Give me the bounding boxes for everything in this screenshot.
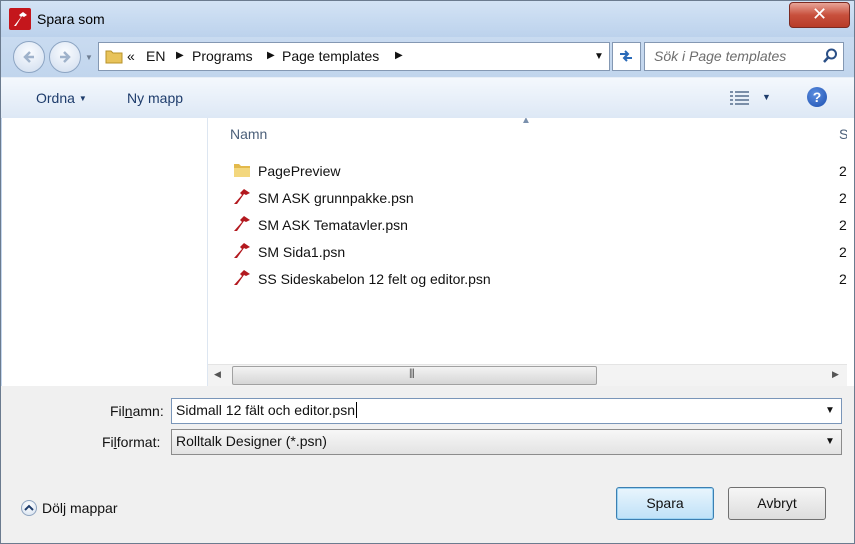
list-item-next-col: 2 <box>839 217 847 233</box>
filename-value: Sidmall 12 fält och editor.psn <box>176 402 357 418</box>
rolltalk-file-icon <box>234 216 250 231</box>
cancel-button[interactable]: Avbryt <box>728 487 826 520</box>
breadcrumb-en[interactable]: EN <box>146 48 165 64</box>
list-item-next-col: 2 <box>839 244 847 260</box>
window-title: Spara som <box>37 11 105 27</box>
help-icon[interactable]: ? <box>807 87 827 107</box>
command-toolbar: Ordna ▼ Ny mapp ▼ ? <box>1 77 854 119</box>
file-format-value: Rolltalk Designer (*.psn) <box>176 433 327 449</box>
view-list-icon[interactable] <box>730 90 750 106</box>
list-item-name: SS Sideskabelon 12 felt og editor.psn <box>258 271 491 287</box>
rolltalk-file-icon <box>234 243 250 258</box>
title-bar: Spara som ✕ <box>1 1 854 37</box>
filename-label: Filnamn: <box>110 403 164 419</box>
search-input[interactable]: Sök i Page templates <box>644 42 844 71</box>
list-item-name: SM Sida1.psn <box>258 244 346 260</box>
save-button[interactable]: Spara <box>616 487 714 520</box>
scroll-left-arrow-icon[interactable]: ◀ <box>214 369 221 380</box>
file-format-select[interactable]: Rolltalk Designer (*.psn) ▼ <box>171 429 842 455</box>
list-item-next-col: 2 <box>839 190 847 206</box>
chevron-down-icon: ▼ <box>78 94 87 103</box>
folder-icon <box>105 50 123 64</box>
breadcrumb-arrow-icon[interactable]: ▶ <box>176 50 184 61</box>
sort-ascending-icon: ▲ <box>521 118 531 126</box>
address-bar[interactable]: « EN ▶ Programs ▶ Page templates ▶ ▼ <box>98 42 610 71</box>
chevron-down-icon[interactable]: ▼ <box>825 405 835 416</box>
breadcrumb-arrow-icon[interactable]: ▶ <box>395 50 403 61</box>
close-button[interactable]: ✕ <box>789 2 850 28</box>
list-item[interactable]: SM ASK Tematavler.psn 2 <box>232 214 847 236</box>
list-item[interactable]: SS Sideskabelon 12 felt og editor.psn 2 <box>232 268 847 290</box>
organize-menu[interactable]: Ordna ▼ <box>36 90 87 106</box>
refresh-icon <box>620 50 632 62</box>
list-item-name: PagePreview <box>258 163 341 179</box>
refresh-button[interactable] <box>612 42 641 71</box>
column-header-next[interactable]: S <box>839 126 847 142</box>
folder-icon <box>234 164 250 177</box>
chevron-up-icon <box>21 500 37 516</box>
hide-folders-label: Dölj mappar <box>42 500 118 516</box>
recent-locations-dropdown[interactable]: ▼ <box>85 53 93 62</box>
rolltalk-app-icon <box>9 8 31 30</box>
vertical-scrollbar[interactable] <box>847 118 854 386</box>
address-dropdown-icon[interactable]: ▼ <box>594 51 604 62</box>
breadcrumb-page-templates[interactable]: Page templates <box>282 48 379 64</box>
list-item-name: SM ASK Tematavler.psn <box>258 217 408 233</box>
file-list[interactable]: ▲ Namn S PagePreview 2 SM ASK grunnpakke… <box>208 118 847 364</box>
view-options-dropdown[interactable]: ▼ <box>762 92 771 102</box>
search-icon[interactable] <box>822 48 838 64</box>
save-options-panel: Filnamn: Sidmall 12 fält och editor.psn … <box>1 386 854 543</box>
filename-input[interactable]: Sidmall 12 fält och editor.psn ▼ <box>171 398 842 424</box>
grip-icon: ||| <box>409 368 415 379</box>
chevron-down-icon[interactable]: ▼ <box>825 436 835 447</box>
column-header-name[interactable]: Namn <box>230 126 267 142</box>
search-placeholder: Sök i Page templates <box>654 48 787 64</box>
list-item-name: SM ASK grunnpakke.psn <box>258 190 414 206</box>
navigation-pane[interactable] <box>2 118 208 386</box>
breadcrumb-overflow[interactable]: « <box>127 48 135 64</box>
forward-arrow-icon <box>60 51 71 63</box>
rolltalk-file-icon <box>234 270 250 285</box>
list-item[interactable]: SM Sida1.psn 2 <box>232 241 847 263</box>
navigation-bar: ▼ « EN ▶ Programs ▶ Page templates ▶ ▼ S… <box>1 37 854 77</box>
save-as-dialog: Spara som ✕ ▼ « EN ▶ Programs ▶ Page tem… <box>0 0 855 544</box>
back-button[interactable] <box>13 41 45 73</box>
rolltalk-file-icon <box>234 189 250 204</box>
list-item[interactable]: PagePreview 2 <box>232 160 847 182</box>
file-format-label: Filformat: <box>102 434 161 450</box>
forward-button[interactable] <box>49 41 81 73</box>
new-folder-button[interactable]: Ny mapp <box>127 90 183 106</box>
list-item-next-col: 2 <box>839 163 847 179</box>
list-item[interactable]: SM ASK grunnpakke.psn 2 <box>232 187 847 209</box>
breadcrumb-arrow-icon[interactable]: ▶ <box>267 50 275 61</box>
scroll-right-arrow-icon[interactable]: ▶ <box>832 369 839 380</box>
back-arrow-icon <box>23 51 34 63</box>
breadcrumb-programs[interactable]: Programs <box>192 48 253 64</box>
scrollbar-thumb[interactable]: ||| <box>232 366 597 385</box>
horizontal-scrollbar[interactable]: ◀ ||| ▶ <box>208 364 847 387</box>
list-item-next-col: 2 <box>839 271 847 287</box>
organize-label: Ordna <box>36 90 75 106</box>
